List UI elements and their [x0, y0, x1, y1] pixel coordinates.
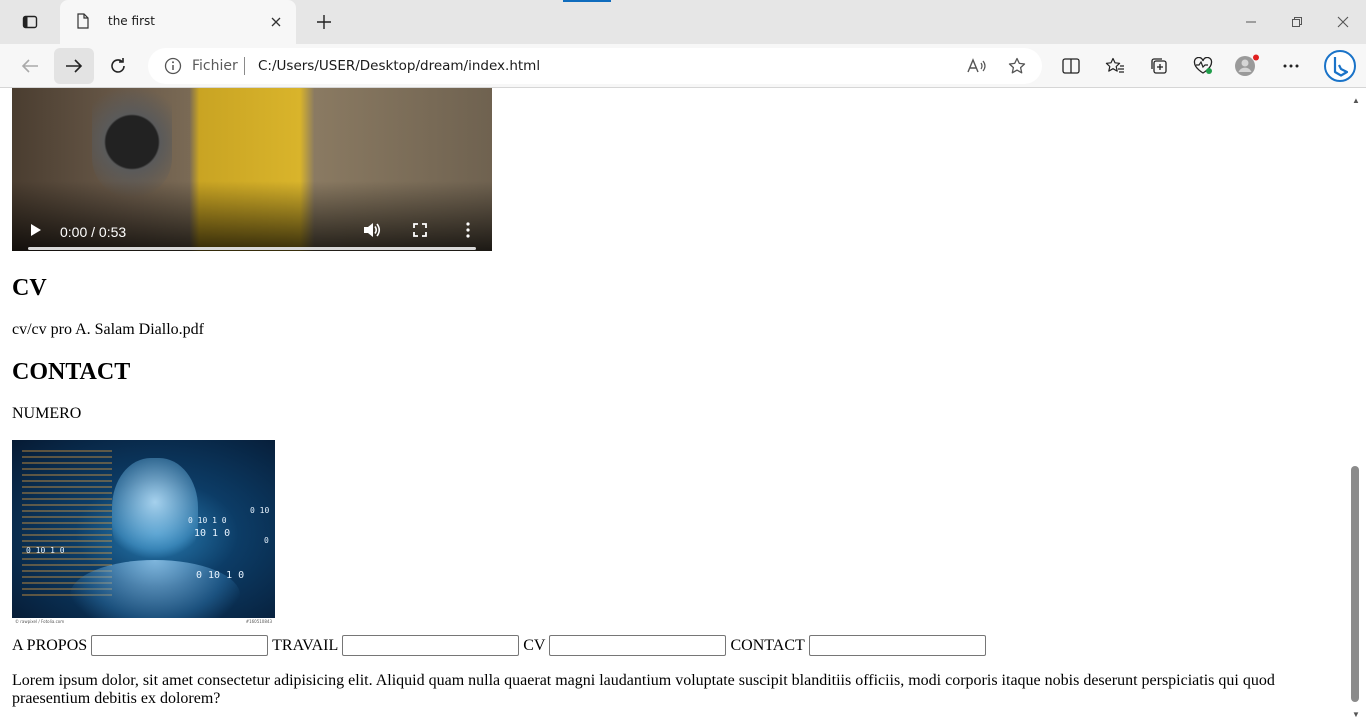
url-text[interactable]: C:/Users/USER/Desktop/dream/index.html [258, 58, 540, 74]
scheme-label: Fichier [192, 58, 238, 74]
more-icon [1283, 64, 1299, 68]
plus-icon [317, 15, 331, 29]
address-bar[interactable]: Fichier C:/Users/USER/Desktop/dream/inde… [148, 48, 1042, 84]
image-digits: 0 10 1 0 [188, 516, 227, 525]
numero-text: NUMERO [12, 405, 82, 422]
video-progress-bar[interactable] [28, 247, 476, 250]
page-scrollbar[interactable]: ▲ ▼ [1348, 88, 1366, 727]
info-icon[interactable] [164, 57, 182, 75]
refresh-button[interactable] [98, 48, 138, 84]
accent-indicator [563, 0, 611, 2]
cv-file-text: cv/cv pro A. Salam Diallo.pdf [12, 321, 204, 338]
work-input[interactable] [342, 635, 520, 656]
page-icon [77, 13, 89, 29]
contact-label: CONTACT [730, 636, 805, 654]
image-credit: © rawpixel / Fotolia.com [15, 619, 65, 624]
collections-icon [1151, 58, 1167, 74]
scroll-down-icon[interactable]: ▼ [1352, 710, 1360, 719]
arrow-right-icon [66, 59, 83, 73]
about-label: A PROPOS [12, 636, 88, 654]
forward-button[interactable] [54, 48, 94, 84]
image-digits: 0 10 [250, 506, 270, 515]
back-button[interactable] [10, 48, 50, 84]
video-player[interactable]: 0:00 / 0:53 [12, 88, 492, 251]
volume-icon [364, 223, 381, 237]
read-aloud-icon [967, 58, 986, 73]
image-digits: 10 1 0 [194, 528, 231, 539]
fullscreen-button[interactable] [410, 220, 430, 240]
collections-button[interactable] [1139, 48, 1179, 84]
new-tab-button[interactable] [308, 8, 340, 36]
address-separator [244, 57, 245, 75]
ai-head-image: 0 10 0 10 1 0 10 1 0 0 0 10 1 0 0 10 1 0… [12, 440, 275, 627]
fullscreen-icon [413, 223, 427, 237]
restore-icon [1292, 17, 1302, 27]
nav-form-row: A PROPOS TRAVAIL CV CONTACT [12, 635, 990, 656]
read-aloud-button[interactable] [966, 56, 988, 76]
video-time: 0:00 / 0:53 [60, 224, 127, 240]
mute-button[interactable] [360, 220, 384, 240]
cv-label: CV [523, 636, 546, 654]
contact-heading: CONTACT [12, 359, 131, 385]
lorem-paragraph: Lorem ipsum dolor, sit amet consectetur … [12, 672, 1275, 707]
scrollbar-thumb[interactable] [1351, 466, 1359, 702]
bing-icon [1324, 50, 1356, 82]
scroll-up-icon[interactable]: ▲ [1352, 96, 1360, 105]
play-button[interactable] [26, 220, 46, 240]
bing-copilot-button[interactable] [1322, 48, 1358, 84]
image-footer: © rawpixel / Fotolia.com #160510843 [12, 618, 275, 627]
page-viewport: 0:00 / 0:53 CV cv/cv pro A. Salam Diallo… [0, 88, 1366, 727]
more-options-button[interactable] [458, 220, 478, 240]
image-digits: 0 10 1 0 [196, 570, 245, 581]
play-icon [31, 224, 41, 236]
video-controls-shade [12, 181, 492, 251]
about-input[interactable] [91, 635, 269, 656]
arrow-left-icon [21, 59, 38, 73]
tab-title: the first [108, 14, 155, 28]
split-screen-icon [1062, 58, 1080, 74]
cv-input[interactable] [549, 635, 727, 656]
close-icon [271, 17, 281, 27]
favorites-button[interactable] [1095, 48, 1135, 84]
tab-close-button[interactable] [266, 12, 286, 32]
minimize-button[interactable] [1228, 8, 1274, 36]
close-icon [1337, 16, 1349, 28]
toolbar: Fichier C:/Users/USER/Desktop/dream/inde… [0, 44, 1366, 88]
split-screen-button[interactable] [1051, 48, 1091, 84]
restore-button[interactable] [1274, 8, 1320, 36]
more-vertical-icon [466, 222, 470, 238]
minimize-icon [1246, 21, 1256, 23]
image-id: #160510843 [245, 619, 272, 624]
tab-strip: the first [0, 0, 1366, 44]
image-head [112, 458, 198, 568]
image-digits: 0 10 1 0 [26, 546, 65, 555]
star-icon [1008, 57, 1026, 74]
favorite-button[interactable] [1006, 56, 1028, 76]
window-close-button[interactable] [1320, 8, 1366, 36]
browser-essentials-button[interactable] [1183, 48, 1223, 84]
refresh-icon [111, 58, 125, 73]
avatar-icon [1235, 54, 1259, 76]
tab-active[interactable]: the first [60, 0, 296, 44]
contact-input[interactable] [808, 635, 986, 656]
favorites-icon [1105, 57, 1124, 73]
work-label: TRAVAIL [272, 636, 339, 654]
tab-actions-button[interactable] [10, 8, 50, 36]
profile-button[interactable] [1227, 48, 1267, 84]
settings-more-button[interactable] [1271, 48, 1311, 84]
cv-heading: CV [12, 275, 47, 301]
heart-pulse-icon [1193, 57, 1213, 74]
tab-actions-icon [22, 15, 38, 29]
image-digits: 0 [264, 536, 269, 545]
